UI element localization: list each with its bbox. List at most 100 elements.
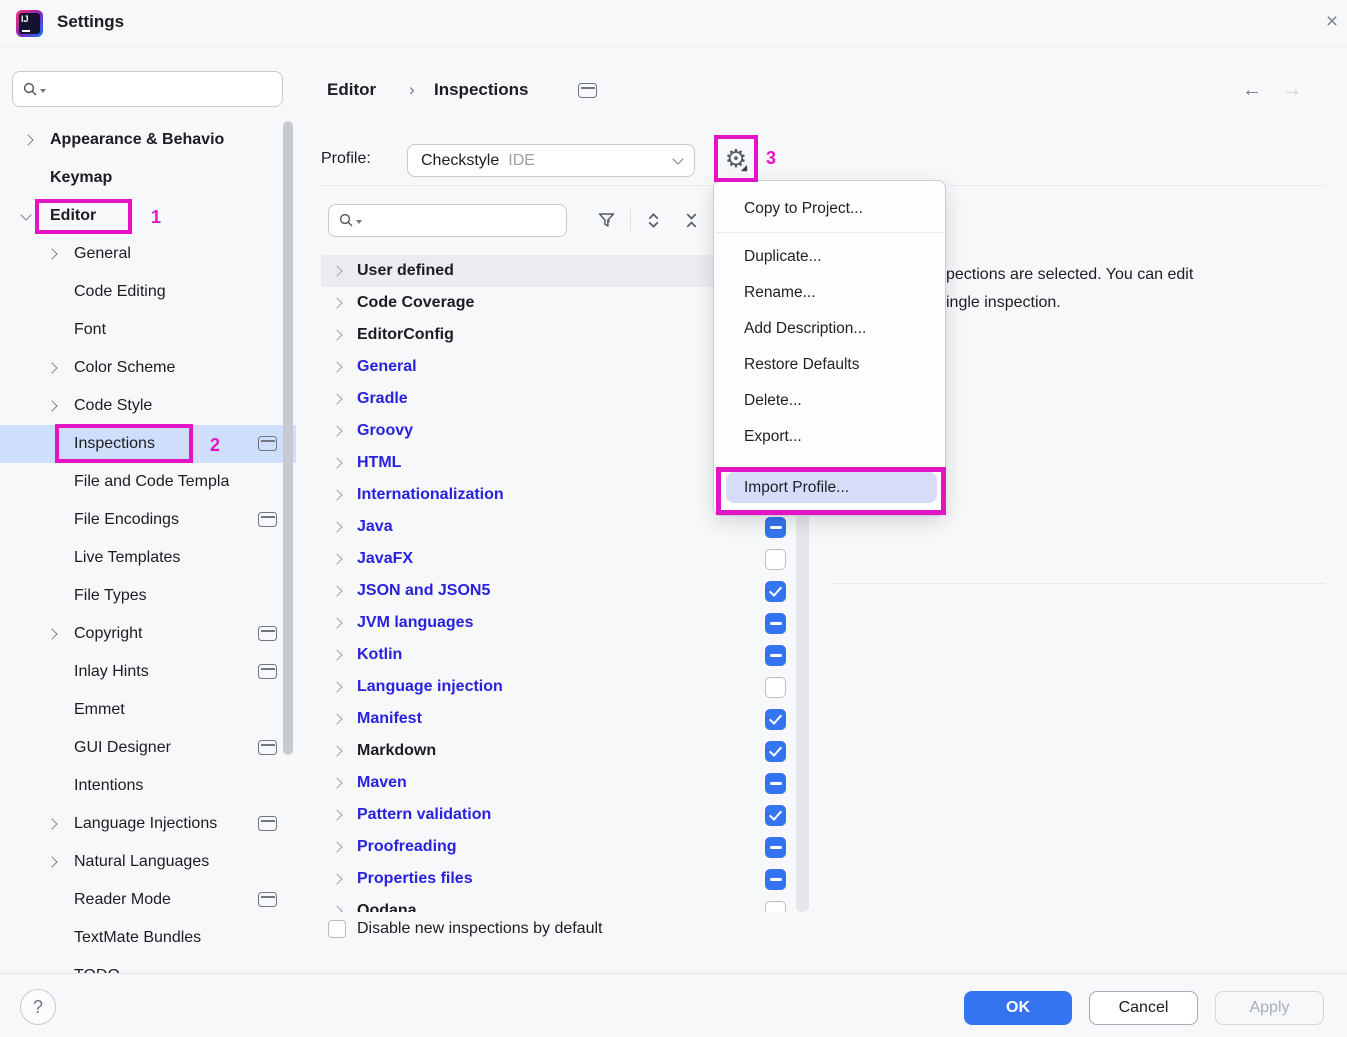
sidebar-item[interactable]: Emmet (0, 691, 296, 729)
sidebar-item[interactable]: Font (0, 311, 296, 349)
inspection-group-checkbox[interactable] (765, 709, 786, 730)
intellij-logo-icon: IJ (16, 10, 43, 37)
inspection-group-label: EditorConfig (357, 326, 454, 344)
menu-item[interactable]: Restore Defaults (714, 347, 945, 383)
menu-item-label: Duplicate... (744, 248, 822, 266)
inspection-group-checkbox[interactable] (765, 869, 786, 890)
disable-new-inspections-checkbox[interactable] (328, 920, 346, 938)
profile-settings-gear-button[interactable]: ⚙ (714, 135, 758, 182)
inspection-group-checkbox[interactable] (765, 517, 786, 538)
settings-search-input[interactable] (12, 71, 283, 107)
breadcrumb-inspections[interactable]: Inspections (434, 80, 528, 100)
breadcrumb-editor[interactable]: Editor (327, 80, 376, 100)
sidebar-item[interactable]: Language Injections (0, 805, 296, 843)
menu-item[interactable]: Copy to Project... (714, 191, 945, 227)
profile-dropdown[interactable]: Checkstyle IDE (407, 144, 695, 177)
chevron-right-icon (331, 459, 357, 467)
inspection-group-row[interactable]: Markdown (321, 735, 812, 767)
inspection-group-checkbox[interactable] (765, 645, 786, 666)
chevron-right-icon (331, 299, 357, 307)
forward-arrow-icon[interactable]: → (1282, 79, 1302, 102)
help-button[interactable]: ? (20, 989, 56, 1025)
expand-all-button[interactable] (638, 206, 668, 234)
ok-button[interactable]: OK (964, 991, 1072, 1025)
chevron-right-icon (331, 587, 357, 595)
menu-item-label: Restore Defaults (744, 356, 859, 374)
sidebar-item[interactable]: Keymap (0, 159, 296, 197)
inspection-group-row[interactable]: Maven (321, 767, 812, 799)
cancel-button[interactable]: Cancel (1089, 991, 1198, 1025)
menu-item[interactable]: Duplicate... (714, 239, 945, 275)
chevron-right-icon (331, 715, 357, 723)
inspection-search-field[interactable] (368, 211, 566, 230)
sidebar-item-label: File and Code Templa (74, 473, 229, 491)
inspection-group-row[interactable]: Proofreading (321, 831, 812, 863)
apply-button[interactable]: Apply (1215, 991, 1324, 1025)
inspection-group-checkbox[interactable] (765, 805, 786, 826)
back-arrow-icon[interactable]: ← (1242, 79, 1262, 102)
sidebar-item[interactable]: File Encodings (0, 501, 296, 539)
inspection-group-checkbox[interactable] (765, 549, 786, 570)
inspection-group-row[interactable]: JavaFX (321, 543, 812, 575)
sidebar-item[interactable]: Code Style (0, 387, 296, 425)
profile-settings-menu: Copy to Project... Duplicate... Rename..… (713, 180, 946, 516)
sidebar-scrollbar[interactable] (283, 121, 293, 755)
filter-button[interactable] (592, 206, 622, 234)
annotation-number-2: 2 (210, 435, 220, 456)
inspection-group-row[interactable]: JVM languages (321, 607, 812, 639)
menu-item[interactable]: Export... (714, 419, 945, 455)
chevron-right-icon (331, 683, 357, 691)
sidebar-item[interactable]: Live Templates (0, 539, 296, 577)
menu-item[interactable]: Import Profile... (726, 472, 937, 503)
inspection-group-row[interactable]: JSON and JSON5 (321, 575, 812, 607)
inspection-group-label: Maven (357, 774, 407, 792)
chevron-right-icon (331, 907, 357, 912)
sidebar-item[interactable]: Code Editing (0, 273, 296, 311)
inspection-group-checkbox[interactable] (765, 773, 786, 794)
sidebar-item[interactable]: Reader Mode (0, 881, 296, 919)
chevron-icon (46, 364, 74, 372)
sidebar-item[interactable]: File Types (0, 577, 296, 615)
sidebar-item[interactable]: TODO (0, 957, 296, 973)
inspection-group-checkbox[interactable] (765, 901, 786, 913)
sidebar-item[interactable]: Inspections (0, 425, 296, 463)
sidebar-item[interactable]: Color Scheme (0, 349, 296, 387)
inspection-search-input[interactable] (328, 204, 567, 237)
inspection-group-row[interactable]: Qodana (321, 895, 812, 912)
inspection-group-row[interactable]: Pattern validation (321, 799, 812, 831)
inspection-group-checkbox[interactable] (765, 613, 786, 634)
sidebar-item-label: File Types (74, 587, 147, 605)
sidebar-item[interactable]: Natural Languages (0, 843, 296, 881)
sidebar-item[interactable]: File and Code Templa (0, 463, 296, 501)
sidebar-item[interactable]: General (0, 235, 296, 273)
sidebar-item[interactable]: Copyright (0, 615, 296, 653)
sidebar-item[interactable]: GUI Designer (0, 729, 296, 767)
inspection-group-row[interactable]: Language injection (321, 671, 812, 703)
inspection-group-row[interactable]: Properties files (321, 863, 812, 895)
inspection-group-checkbox[interactable] (765, 677, 786, 698)
menu-item-label: Rename... (744, 284, 816, 302)
collapse-all-button[interactable] (676, 206, 706, 234)
inspection-group-checkbox[interactable] (765, 581, 786, 602)
menu-item[interactable]: Delete... (714, 383, 945, 419)
sidebar-item[interactable]: Inlay Hints (0, 653, 296, 691)
inspection-group-label: Qodana (357, 902, 417, 912)
inspection-group-checkbox[interactable] (765, 837, 786, 858)
sidebar-item[interactable]: Editor (0, 197, 296, 235)
inspection-group-row[interactable]: Manifest (321, 703, 812, 735)
sidebar-item[interactable]: Intentions (0, 767, 296, 805)
sidebar-item[interactable]: TextMate Bundles (0, 919, 296, 957)
close-icon[interactable]: × (1318, 8, 1346, 36)
menu-item[interactable]: Add Description... (714, 311, 945, 347)
screen-icon (258, 892, 277, 907)
menu-item[interactable]: Rename... (714, 275, 945, 311)
inspection-group-checkbox[interactable] (765, 741, 786, 762)
sidebar-item[interactable]: Appearance & Behavio (0, 121, 296, 159)
inspection-group-row[interactable]: Kotlin (321, 639, 812, 671)
settings-dialog: IJ Settings × Appearance & Behavio Keyma… (0, 0, 1347, 1037)
inspection-group-label: Code Coverage (357, 294, 474, 312)
sidebar-item-label: Emmet (74, 701, 125, 719)
settings-search-field[interactable] (52, 80, 282, 99)
screen-icon (258, 740, 277, 755)
inspection-group-label: Internationalization (357, 486, 504, 504)
